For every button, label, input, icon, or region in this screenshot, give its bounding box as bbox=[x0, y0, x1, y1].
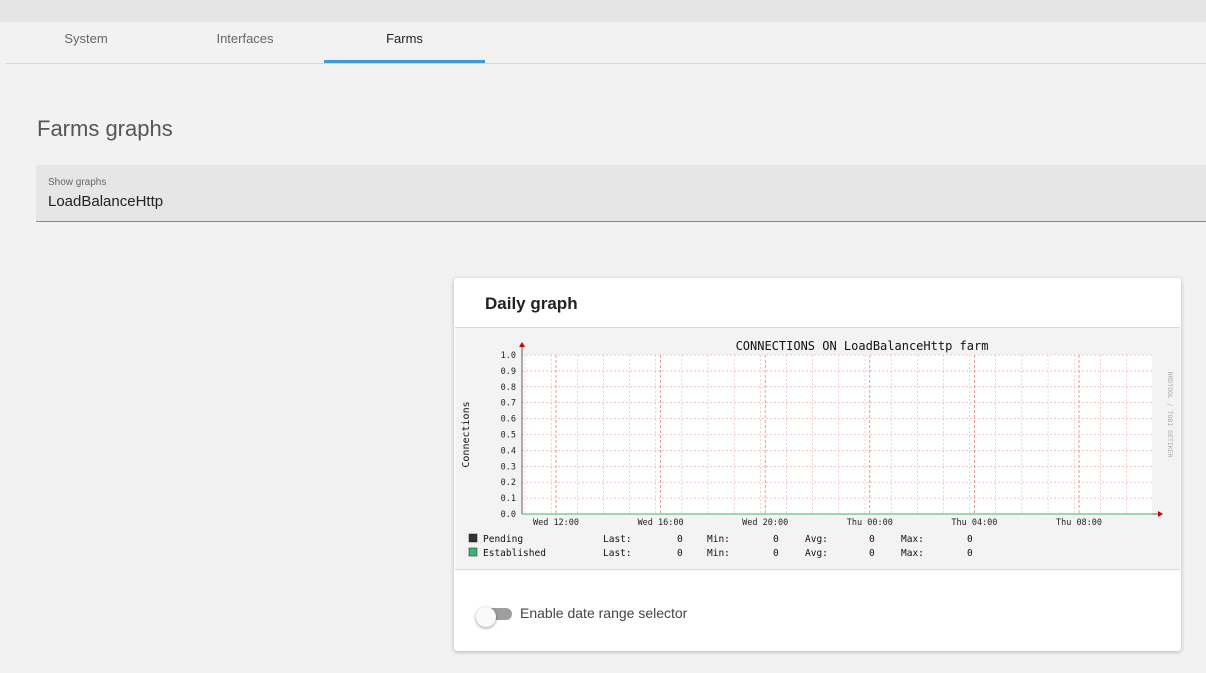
x-tick-label: Wed 20:00 bbox=[742, 518, 788, 528]
y-tick-label: 0.2 bbox=[501, 478, 516, 488]
active-tab-indicator bbox=[324, 60, 485, 63]
x-tick-label: Thu 04:00 bbox=[951, 518, 997, 528]
x-tick-label: Thu 00:00 bbox=[847, 518, 893, 528]
page-title: Farms graphs bbox=[37, 116, 173, 141]
top-bar bbox=[0, 0, 1206, 22]
legend-swatch-established bbox=[468, 547, 478, 557]
y-tick-label: 0.4 bbox=[501, 446, 516, 456]
y-tick-label: 0.0 bbox=[501, 510, 516, 520]
show-graphs-value: LoadBalanceHttp bbox=[48, 193, 164, 210]
legend-min-value: 0 bbox=[773, 534, 779, 545]
show-graphs-label: Show graphs bbox=[48, 177, 107, 188]
toggle-knob[interactable] bbox=[476, 607, 496, 627]
tabs-divider bbox=[6, 63, 1206, 64]
chart-title: CONNECTIONS ON LoadBalanceHttp farm bbox=[736, 339, 989, 353]
graph-image: 1.0 0.9 0.8 0.7 0.6 0.5 0.4 0.3 0.2 0.1 0.0 Wed 12:… bbox=[455, 327, 1180, 570]
y-tick-label: 0.6 bbox=[501, 415, 516, 425]
legend-last-value: 0 bbox=[677, 548, 683, 559]
legend-last-label: Last: bbox=[603, 548, 632, 559]
legend-min-label: Min: bbox=[707, 548, 730, 559]
connections-chart: 1.0 0.9 0.8 0.7 0.6 0.5 0.4 0.3 0.2 0.1 0.0 Wed 12:… bbox=[461, 339, 1174, 559]
plot-area bbox=[522, 355, 1152, 514]
y-tick-label: 0.3 bbox=[501, 462, 516, 472]
tab-farms[interactable]: Farms bbox=[324, 22, 485, 64]
y-tick-label: 0.7 bbox=[501, 399, 516, 409]
y-axis-arrow bbox=[519, 342, 525, 347]
y-tick-label: 0.1 bbox=[501, 494, 516, 504]
legend-min-value: 0 bbox=[773, 548, 779, 559]
x-axis-arrow bbox=[1158, 511, 1163, 517]
legend-avg-label: Avg: bbox=[805, 548, 828, 559]
show-graphs-select[interactable]: Show graphs LoadBalanceHttp bbox=[36, 165, 1206, 222]
y-tick-label: 1.0 bbox=[501, 351, 516, 361]
legend-avg-label: Avg: bbox=[805, 534, 828, 545]
legend-swatch-pending bbox=[468, 533, 478, 543]
legend-max-label: Max: bbox=[901, 548, 924, 559]
y-tick-label: 0.9 bbox=[501, 367, 516, 377]
legend-last-label: Last: bbox=[603, 534, 632, 545]
x-tick-label: Wed 16:00 bbox=[638, 518, 684, 528]
legend-min-label: Min: bbox=[707, 534, 730, 545]
legend-series-name: Established bbox=[483, 548, 546, 559]
x-tick-label: Wed 12:00 bbox=[533, 518, 579, 528]
tab-system[interactable]: System bbox=[6, 22, 166, 64]
tab-interfaces[interactable]: Interfaces bbox=[165, 22, 325, 64]
legend-max-value: 0 bbox=[967, 548, 973, 559]
y-tick-label: 0.5 bbox=[501, 431, 516, 441]
y-axis-label: Connections bbox=[461, 401, 472, 467]
y-tick-label: 0.8 bbox=[501, 383, 516, 393]
legend-avg-value: 0 bbox=[869, 548, 875, 559]
legend-max-value: 0 bbox=[967, 534, 973, 545]
daily-graph-card: Daily graph 1.0 0.9 0.8 0.7 0.6 0.5 0.4 0.3 0.2 0… bbox=[454, 278, 1181, 651]
x-tick-label: Thu 08:00 bbox=[1056, 518, 1102, 528]
legend-avg-value: 0 bbox=[869, 534, 875, 545]
toggle-track[interactable] bbox=[476, 607, 512, 627]
legend-max-label: Max: bbox=[901, 534, 924, 545]
legend-series-name: Pending bbox=[483, 534, 523, 545]
rrdtool-watermark: RRDTOOL / TOBI OETIKER bbox=[1166, 371, 1174, 457]
card-title: Daily graph bbox=[485, 294, 578, 313]
toggle-label: Enable date range selector bbox=[520, 605, 688, 621]
legend-last-value: 0 bbox=[677, 534, 683, 545]
